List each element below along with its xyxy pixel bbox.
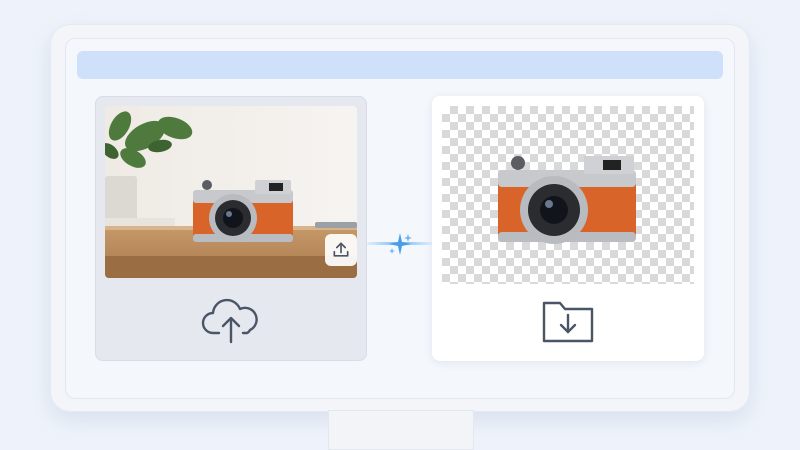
process-connector	[367, 228, 432, 258]
monitor-frame	[50, 24, 750, 412]
upload-button[interactable]	[325, 234, 357, 266]
download-area[interactable]	[432, 290, 704, 350]
source-photo	[105, 106, 357, 278]
result-image-card[interactable]	[432, 96, 704, 361]
sparkle-icon	[389, 233, 412, 255]
cloud-upload-icon	[201, 298, 258, 344]
source-image-card[interactable]	[95, 96, 367, 361]
header-bar	[77, 51, 723, 79]
cloud-upload-area[interactable]	[95, 290, 367, 350]
folder-download-icon	[542, 301, 594, 343]
upload-icon	[333, 242, 349, 257]
monitor-stand	[328, 410, 474, 450]
monitor-screen	[65, 38, 735, 399]
transparent-result-preview	[442, 106, 694, 284]
